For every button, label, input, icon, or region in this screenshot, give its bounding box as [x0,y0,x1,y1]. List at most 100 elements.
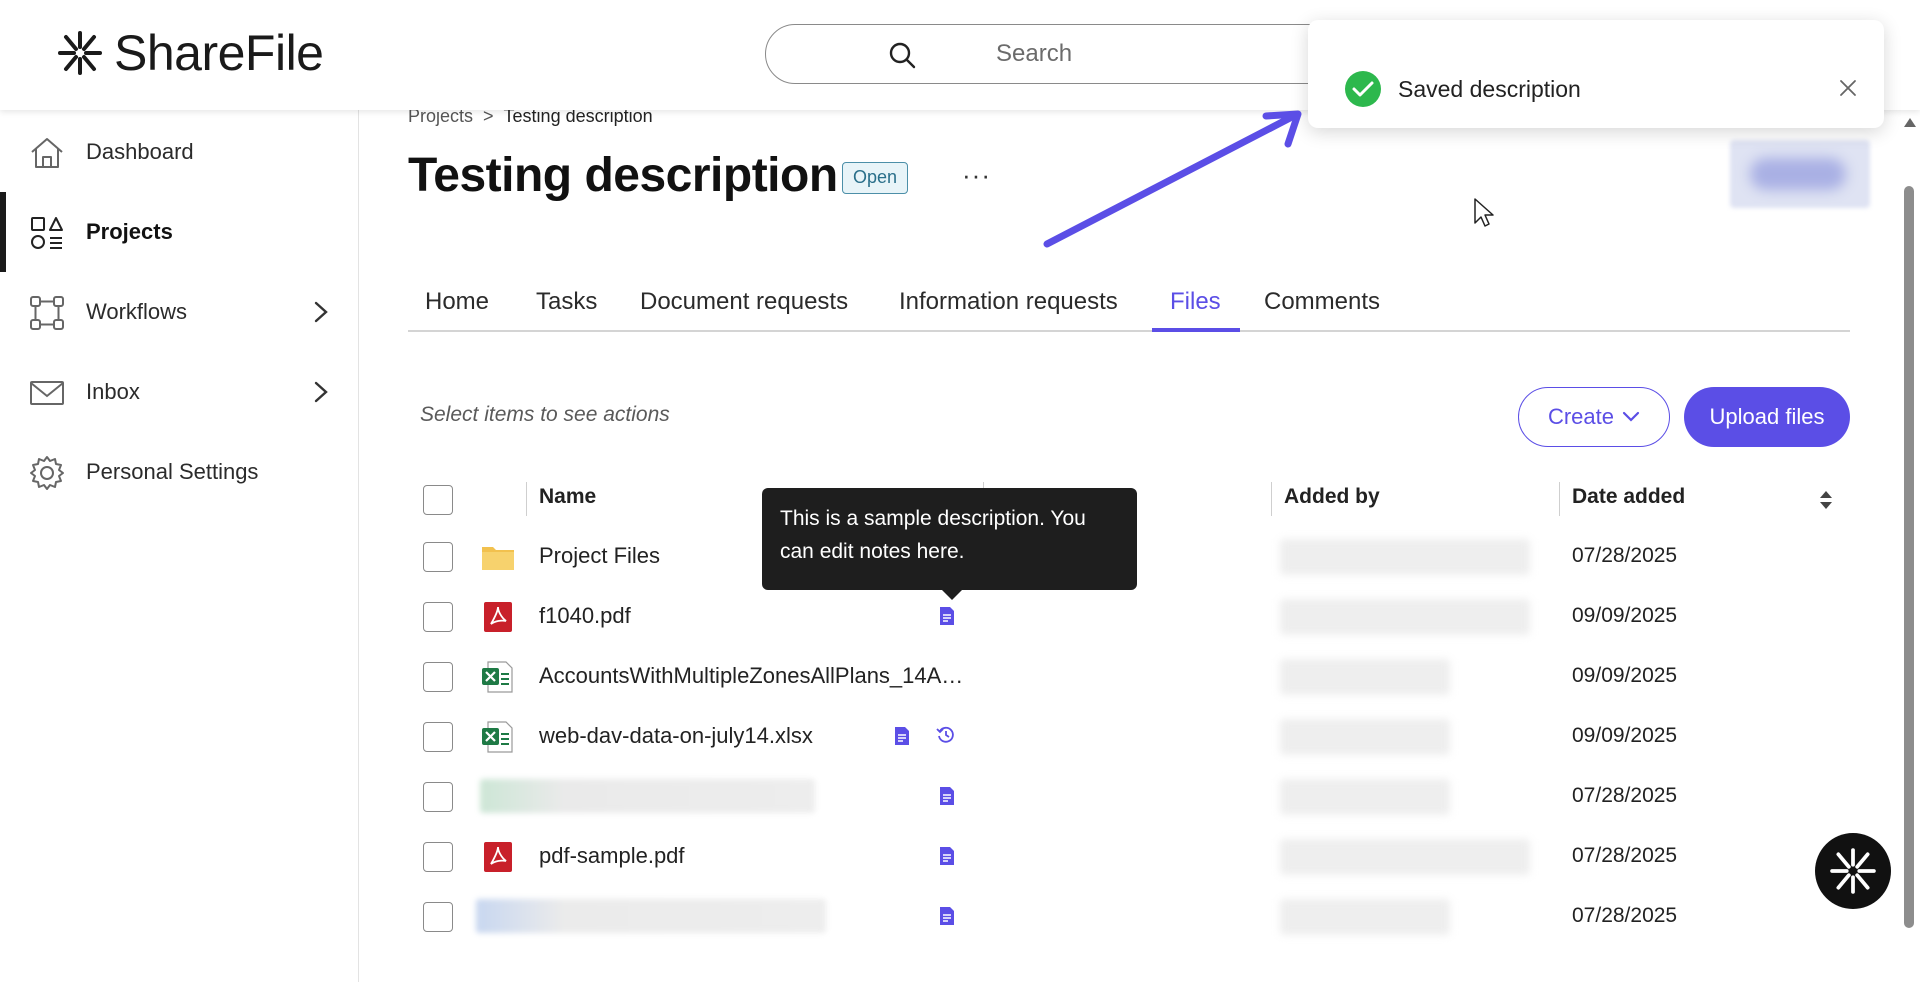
row-checkbox[interactable] [423,902,453,932]
active-tab-indicator [1152,328,1240,332]
date-added: 09/09/2025 [1572,664,1678,687]
file-name[interactable]: f1040.pdf [539,603,631,629]
chevron-down-icon [1622,411,1640,422]
date-added: 07/28/2025 [1572,904,1678,927]
row-checkbox[interactable] [423,782,453,812]
table-row[interactable]: pdf-sample.pdf 07/28/2025 [408,827,1850,887]
added-by-user [1280,899,1450,935]
tab-tasks[interactable]: Tasks [536,288,597,316]
sidebar-item-inbox[interactable]: Inbox [0,352,359,432]
sidebar-item-projects[interactable]: Projects [0,192,359,272]
note-icon[interactable] [938,906,956,926]
close-icon[interactable] [1838,78,1858,98]
sort-icon[interactable] [1818,488,1834,512]
table-row[interactable]: 07/28/2025 [408,767,1850,827]
note-icon[interactable] [893,726,911,746]
file-name[interactable]: pdf-sample.pdf [539,843,685,869]
tab-home[interactable]: Home [425,288,489,316]
date-added: 09/09/2025 [1572,724,1678,747]
column-separator [1559,482,1560,516]
folder-icon [482,547,514,570]
sharefile-logo-icon [1830,848,1876,894]
page-title: Testing description [408,149,838,202]
workflows-icon [30,296,64,330]
row-checkbox[interactable] [423,842,453,872]
note-icon[interactable] [938,606,956,626]
note-icon[interactable] [938,786,956,806]
scrollbar-thumb[interactable] [1904,186,1914,928]
file-name[interactable]: AccountsWithMultipleZonesAllPlans_14A… [539,663,963,689]
chevron-right-icon[interactable] [313,300,329,324]
sidebar-item-personal-settings[interactable]: Personal Settings [0,432,359,512]
table-row[interactable]: web-dav-data-on-july14.xlsx 09/09/2025 [408,707,1850,767]
sidebar: Dashboard Projects Workflows Inbox Perso… [0,110,359,982]
home-icon [31,138,63,168]
tab-files[interactable]: Files [1170,288,1221,316]
mail-icon [30,381,64,405]
check-circle-icon [1345,71,1381,107]
sidebar-item-label: Workflows [86,299,188,324]
sharefile-logo-icon [58,31,102,75]
date-added: 07/28/2025 [1572,844,1678,867]
scroll-up-arrow-icon[interactable] [1903,116,1917,128]
table-row[interactable]: AccountsWithMultipleZonesAllPlans_14A… 0… [408,647,1850,707]
pdf-file-icon [484,842,512,872]
search-input[interactable] [996,37,1296,71]
blurred-file-name[interactable] [476,899,826,933]
search-icon [889,42,916,69]
create-button[interactable]: Create [1518,387,1670,447]
added-by-user [1280,599,1530,635]
projects-icon [31,217,63,249]
annotation-arrow [1043,110,1302,248]
added-by-user [1280,839,1530,875]
column-separator [526,482,527,516]
select-all-checkbox[interactable] [423,485,453,515]
table-row[interactable]: f1040.pdf 09/09/2025 [408,587,1850,647]
sidebar-item-label: Projects [86,219,173,244]
gear-icon [30,456,64,490]
row-checkbox[interactable] [423,662,453,692]
row-checkbox[interactable] [423,602,453,632]
chevron-right-icon[interactable] [313,380,329,404]
tab-comments[interactable]: Comments [1264,288,1380,316]
selection-hint: Select items to see actions [420,403,670,426]
help-assistant-button[interactable] [1815,833,1891,909]
column-header-added-by[interactable]: Added by [1284,485,1380,509]
search-box[interactable] [765,24,1385,84]
sidebar-item-workflows[interactable]: Workflows [0,272,359,352]
description-tooltip: This is a sample description. You can ed… [762,488,1137,600]
added-by-user [1280,719,1450,755]
file-name[interactable]: Project Files [539,543,660,569]
upload-files-button[interactable]: Upload files [1684,387,1850,447]
sidebar-item-dashboard[interactable]: Dashboard [0,112,359,192]
date-added: 07/28/2025 [1572,784,1678,807]
create-button-label: Create [1547,404,1615,429]
more-options-button[interactable]: ··· [962,160,991,191]
row-checkbox[interactable] [423,722,453,752]
project-tabs: Home Tasks Document requests Information… [408,282,1850,332]
avatar-group[interactable] [1730,140,1870,208]
version-history-icon[interactable] [936,725,956,745]
pdf-file-icon [484,602,512,632]
tab-document-requests[interactable]: Document requests [640,288,848,316]
column-separator [1271,482,1272,516]
row-checkbox[interactable] [423,542,453,572]
mouse-cursor-icon [1474,198,1494,227]
sidebar-item-label: Personal Settings [86,459,259,484]
status-badge: Open [842,162,909,194]
file-name[interactable]: web-dav-data-on-july14.xlsx [539,723,813,749]
excel-file-icon [482,661,513,693]
column-header-date-added[interactable]: Date added [1572,485,1685,509]
app-name: ShareFile [114,25,324,81]
sharefile-logo[interactable]: ShareFile [58,24,324,82]
table-row[interactable]: 07/28/2025 [408,887,1850,947]
date-added: 09/09/2025 [1572,604,1678,627]
sidebar-item-label: Inbox [86,379,140,404]
column-header-name[interactable]: Name [539,485,596,509]
added-by-user [1280,539,1530,575]
tab-information-requests[interactable]: Information requests [899,288,1118,316]
added-by-user [1280,779,1450,815]
note-icon[interactable] [938,846,956,866]
toast-message: Saved description [1398,76,1581,102]
blurred-file-name[interactable] [480,779,815,813]
